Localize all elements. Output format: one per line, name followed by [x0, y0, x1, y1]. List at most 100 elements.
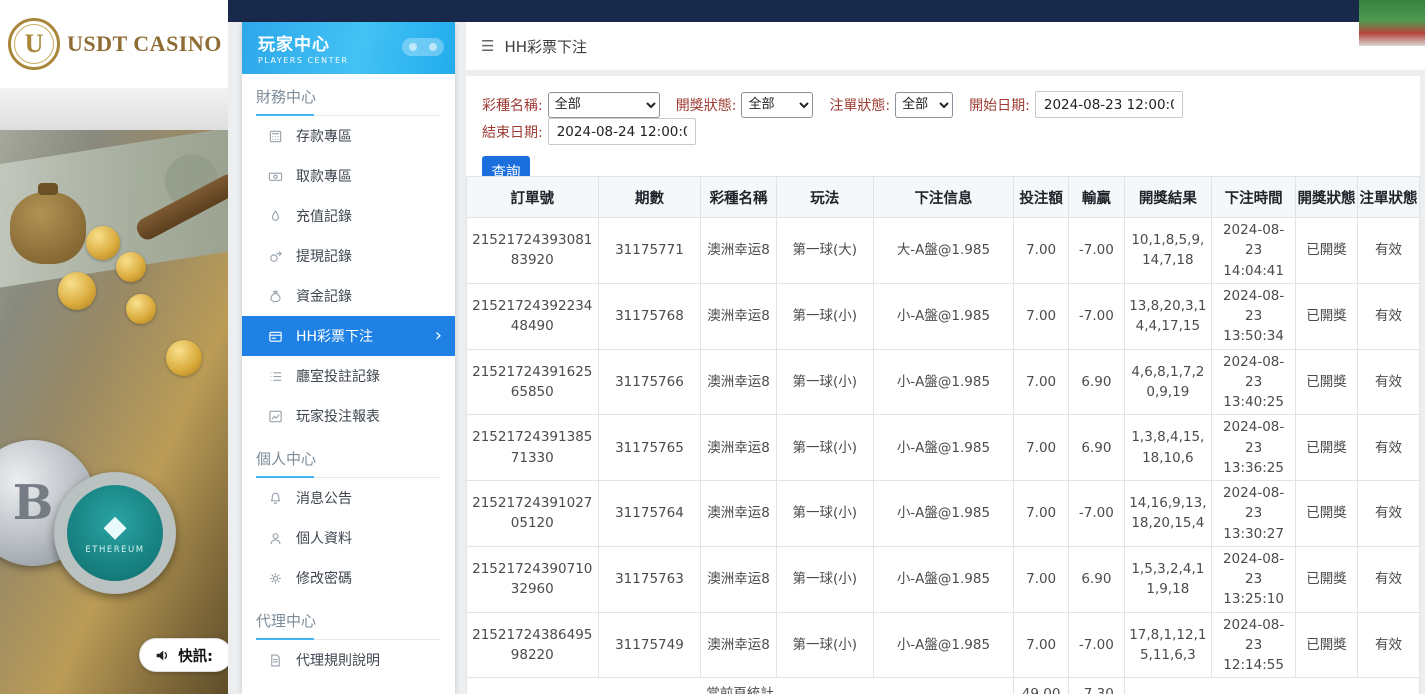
sidebar-item-label: 代理規則說明	[296, 650, 380, 670]
column-header: 開獎狀態	[1296, 177, 1358, 218]
sidebar-item-label: 存款專區	[296, 126, 352, 146]
table-cell: 7.00	[1013, 218, 1068, 284]
table-cell: 2024-08-23 13:25:10	[1212, 546, 1296, 612]
sidebar-menu: 財務中心存款專區取款專區充值記錄提現記錄資金記錄HH彩票下注›廳室投註記錄玩家投…	[242, 86, 455, 680]
promo-background-image: B ◆ ETHEREUM 快訊:	[0, 130, 228, 694]
gold-coin-art	[166, 340, 202, 376]
gold-coin-art	[58, 272, 96, 310]
withdraw-icon	[268, 169, 283, 184]
table-cell: 1,5,3,2,4,11,9,18	[1124, 546, 1212, 612]
table-cell: 小-A盤@1.985	[873, 612, 1013, 678]
draw-status-label: 開獎狀態:	[676, 95, 737, 115]
table-cell: 已開獎	[1296, 218, 1358, 284]
sidebar-item-cashout[interactable]: 提現記錄	[242, 236, 455, 276]
table-cell: 31175749	[598, 612, 701, 678]
room-record-icon	[268, 369, 283, 384]
table-cell: 7.00	[1013, 415, 1068, 481]
sidebar-item-label: 取款專區	[296, 166, 352, 186]
column-header: 注單狀態	[1357, 177, 1419, 218]
table-cell: 已開獎	[1296, 481, 1358, 547]
column-header: 下注信息	[873, 177, 1013, 218]
table-cell: -7.00	[1069, 481, 1124, 547]
sidebar-item-gear[interactable]: 修改密碼	[242, 558, 455, 598]
table-cell: 小-A盤@1.985	[873, 283, 1013, 349]
gold-coin-art	[116, 252, 146, 282]
order-status-label: 注單狀態:	[829, 95, 890, 115]
gold-coin-art	[86, 226, 120, 260]
players-center-page: U USDT CASINO B ◆ ETHEREUM	[0, 0, 1425, 694]
sidebar-item-report[interactable]: 玩家投注報表	[242, 396, 455, 436]
table-cell: 第一球(小)	[776, 546, 873, 612]
sidebar-section-title: 個人中心	[256, 448, 441, 478]
draw-status-select[interactable]: 全部	[741, 92, 813, 118]
table-cell: 已開獎	[1296, 612, 1358, 678]
sidebar-item-document[interactable]: 代理規則說明	[242, 640, 455, 680]
table-header-row: 訂單號期數彩種名稱玩法下注信息投注額輸贏開獎結果下注時間開獎狀態注單狀態	[467, 177, 1420, 218]
news-ticker-button[interactable]: 快訊:	[139, 638, 228, 672]
table-cell: 第一球(大)	[776, 218, 873, 284]
table-cell: 7.00	[1013, 283, 1068, 349]
lottery-name-select[interactable]: 全部	[548, 92, 660, 118]
sidebar-item-room-record[interactable]: 廳室投註記錄	[242, 356, 455, 396]
table-cell: 2152172439162565850	[467, 349, 599, 415]
brand-logo[interactable]: U USDT CASINO	[0, 0, 228, 88]
column-header: 開獎結果	[1124, 177, 1212, 218]
column-header: 玩法	[776, 177, 873, 218]
left-background-panel: U USDT CASINO B ◆ ETHEREUM	[0, 0, 228, 694]
table-cell: 31175765	[598, 415, 701, 481]
ethereum-diamond-icon: ◆	[103, 512, 126, 542]
sidebar-item-lottery[interactable]: HH彩票下注›	[242, 316, 455, 356]
summary-row: 當前頁統計49.00-7.30	[467, 678, 1420, 694]
table-cell: 小-A盤@1.985	[873, 415, 1013, 481]
menu-toggle-icon[interactable]: ☰	[481, 37, 494, 55]
table-cell: -7.00	[1069, 218, 1124, 284]
column-header: 輸贏	[1069, 177, 1124, 218]
bets-table-card: 訂單號期數彩種名稱玩法下注信息投注額輸贏開獎結果下注時間開獎狀態注單狀態 215…	[466, 176, 1420, 694]
table-cell: 6.90	[1069, 546, 1124, 612]
sidebar-item-label: 提現記錄	[296, 246, 352, 266]
sidebar-item-user[interactable]: 個人資料	[242, 518, 455, 558]
sidebar-item-recharge[interactable]: 充值記錄	[242, 196, 455, 236]
lottery-name-filter: 彩種名稱: 全部	[482, 92, 660, 118]
table-row: 215217243913857133031175765澳洲幸运8第一球(小)小-…	[467, 415, 1420, 481]
sidebar-item-bell[interactable]: 消息公告	[242, 478, 455, 518]
column-header: 下注時間	[1212, 177, 1296, 218]
table-cell: 2024-08-23 13:30:27	[1212, 481, 1296, 547]
table-cell: 小-A盤@1.985	[873, 481, 1013, 547]
table-row: 215217243916256585031175766澳洲幸运8第一球(小)小-…	[467, 349, 1420, 415]
column-header: 投注額	[1013, 177, 1068, 218]
table-cell: 31175764	[598, 481, 701, 547]
table-row: 215217243907103296031175763澳洲幸运8第一球(小)小-…	[467, 546, 1420, 612]
order-status-select[interactable]: 全部	[895, 92, 953, 118]
end-date-input[interactable]	[548, 118, 696, 145]
start-date-input[interactable]	[1035, 91, 1183, 118]
sidebar-header: 玩家中心 PLAYERS CENTER	[242, 22, 455, 74]
sidebar-item-deposit[interactable]: 存款專區	[242, 116, 455, 156]
summary-empty-cell	[1124, 678, 1419, 694]
usdt-logo-icon: U	[8, 18, 60, 70]
sidebar-item-label: 個人資料	[296, 528, 352, 548]
table-cell: 有效	[1357, 612, 1419, 678]
sidebar-item-withdraw[interactable]: 取款專區	[242, 156, 455, 196]
lottery-name-label: 彩種名稱:	[482, 95, 543, 115]
table-cell: 第一球(小)	[776, 612, 873, 678]
table-cell: 31175771	[598, 218, 701, 284]
logo-letter: U	[25, 29, 44, 59]
table-cell: 6.90	[1069, 415, 1124, 481]
table-row: 215217243930818392031175771澳洲幸运8第一球(大)大-…	[467, 218, 1420, 284]
table-cell: 2024-08-23 13:50:34	[1212, 283, 1296, 349]
top-navy-bar	[228, 0, 1425, 22]
table-cell: 7.00	[1013, 481, 1068, 547]
table-cell: 澳洲幸运8	[701, 415, 776, 481]
table-cell: 2152172439071032960	[467, 546, 599, 612]
table-cell: 2152172438649598220	[467, 612, 599, 678]
table-cell: 有效	[1357, 218, 1419, 284]
table-cell: 2024-08-23 13:36:25	[1212, 415, 1296, 481]
ethereum-coin-art: ◆ ETHEREUM	[54, 472, 176, 594]
speaker-icon	[154, 647, 171, 664]
sidebar-section-title: 代理中心	[256, 610, 441, 640]
table-cell: -7.00	[1069, 283, 1124, 349]
bets-table: 訂單號期數彩種名稱玩法下注信息投注額輸贏開獎結果下注時間開獎狀態注單狀態 215…	[466, 176, 1420, 694]
sidebar-item-funds[interactable]: 資金記錄	[242, 276, 455, 316]
sidebar-item-label: 修改密碼	[296, 568, 352, 588]
